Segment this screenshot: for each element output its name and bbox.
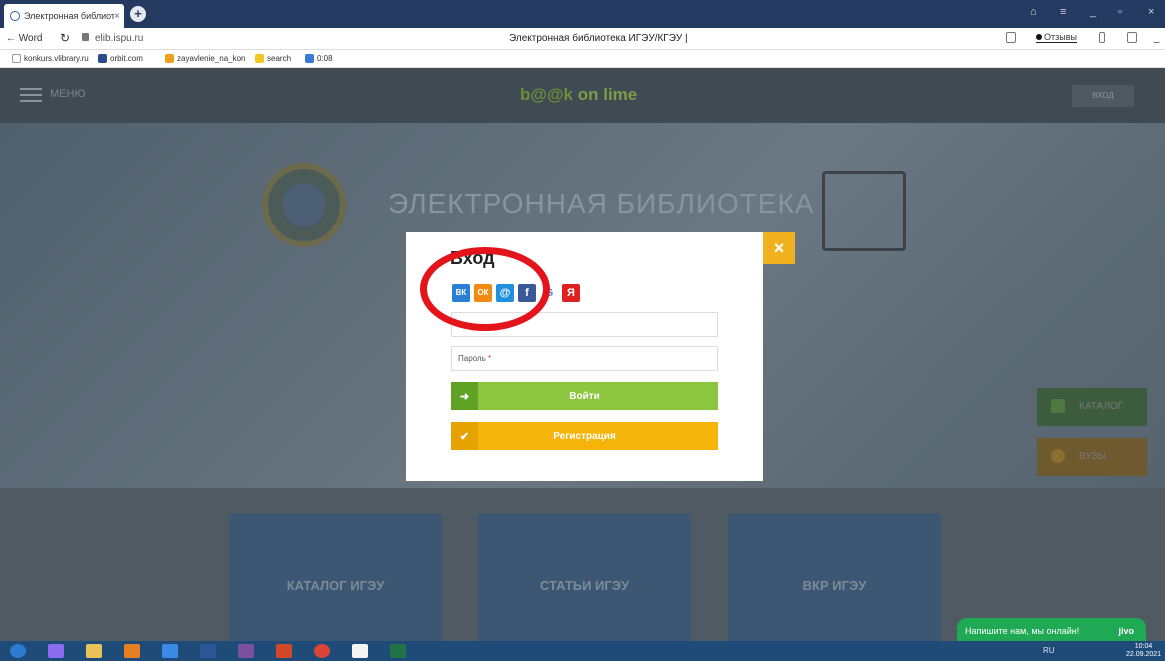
powerpoint-icon[interactable] xyxy=(276,644,292,658)
header-login-button[interactable]: ВХОД xyxy=(1072,85,1134,107)
video-icon xyxy=(305,54,314,63)
site-logo[interactable]: b@@k on lime xyxy=(520,85,637,105)
chat-text: Напишите нам, мы онлайн! xyxy=(965,626,1080,636)
yandex-icon[interactable]: Я xyxy=(562,284,580,302)
book-emblem-icon xyxy=(822,171,906,251)
back-button[interactable]: ← Word xyxy=(6,33,43,44)
bookmark-item[interactable]: konkurs.vlibrary.ru xyxy=(12,54,89,63)
menu-icon[interactable]: ≡ xyxy=(1060,6,1066,18)
close-window-icon[interactable]: × xyxy=(1148,6,1154,18)
site-header: МЕНЮ b@@k on lime ВХОД xyxy=(0,68,1165,123)
modal-close-button[interactable]: × xyxy=(763,232,795,264)
lock-icon xyxy=(82,33,89,41)
tab-close-icon[interactable]: × xyxy=(114,11,124,22)
bookmark-icon[interactable] xyxy=(1099,32,1105,43)
check-circle-icon xyxy=(1051,449,1065,463)
tab-title: Электронная библиоте xyxy=(24,11,114,21)
hamburger-icon[interactable] xyxy=(20,88,42,102)
taskbar: RU 10:04 22.09.2021 xyxy=(0,641,1165,661)
page-icon xyxy=(12,54,21,63)
language-indicator[interactable]: RU xyxy=(1043,646,1055,655)
sign-in-icon: ➜ xyxy=(451,382,478,410)
hero-title: ЭЛЕКТРОННАЯ БИБЛИОТЕКА xyxy=(388,188,815,219)
word-icon[interactable] xyxy=(200,644,216,658)
ie-icon[interactable] xyxy=(162,644,178,658)
feedback-label: Отзывы xyxy=(1044,32,1077,42)
university-emblem-icon xyxy=(262,163,346,247)
menu-label[interactable]: МЕНЮ xyxy=(50,88,86,100)
orbit-icon xyxy=(98,54,107,63)
jivo-logo: jivo xyxy=(1118,626,1134,636)
card-catalog[interactable]: КАТАЛОГ ИГЭУ xyxy=(229,514,442,641)
reload-icon[interactable]: ↻ xyxy=(60,31,70,45)
maximize-icon[interactable]: ▫ xyxy=(1118,6,1122,18)
grid-icon xyxy=(1051,399,1065,413)
document-icon xyxy=(165,54,174,63)
catalog-side-button[interactable]: КАТАЛОГ xyxy=(1037,388,1147,426)
download-icon[interactable] xyxy=(1153,32,1160,43)
bookmark-item[interactable]: orbit.com xyxy=(98,54,143,63)
browser-tab-bar: Электронная библиоте × + ⌂ ≡ _ ▫ × xyxy=(0,0,1165,28)
new-tab-button[interactable]: + xyxy=(130,6,146,22)
screen: Электронная библиоте × + ⌂ ≡ _ ▫ × ← Wor… xyxy=(0,0,1165,661)
minimize-icon[interactable]: _ xyxy=(1090,6,1096,18)
clock[interactable]: 10:04 22.09.2021 xyxy=(1126,643,1161,659)
start-icon[interactable] xyxy=(10,644,26,658)
excel-icon[interactable] xyxy=(390,644,406,658)
translate-icon[interactable] xyxy=(1006,32,1016,43)
password-field[interactable]: Пароль * xyxy=(451,346,718,371)
search-icon xyxy=(255,54,264,63)
register-button[interactable]: ✔ Регистрация xyxy=(451,422,718,450)
bookmark-item[interactable]: search xyxy=(255,54,291,63)
bookmarks-bar: konkurs.vlibrary.ru orbit.com zayavlenie… xyxy=(0,50,1165,68)
highlight-ring-annotation xyxy=(420,247,550,331)
universities-side-button[interactable]: ВУЗЫ xyxy=(1037,438,1147,476)
viber-icon[interactable] xyxy=(238,644,254,658)
reader-icon[interactable] xyxy=(1127,32,1137,43)
card-theses[interactable]: ВКР ИГЭУ xyxy=(728,514,941,641)
bookmark-item[interactable]: zayavlenie_na_kon xyxy=(165,54,246,63)
page-title: Электронная библиотека ИГЭУ/КГЭУ | xyxy=(509,33,688,44)
site-favicon-icon xyxy=(10,11,20,21)
address-bar: ← Word ↻ elib.ispu.ru Электронная библио… xyxy=(0,28,1165,50)
check-icon: ✔ xyxy=(451,422,478,450)
chrome-icon[interactable] xyxy=(314,644,330,658)
extensions-icon[interactable]: ⌂ xyxy=(1030,6,1037,18)
media-player-icon[interactable] xyxy=(124,644,140,658)
feedback-button[interactable]: Отзывы xyxy=(1036,32,1077,43)
url-field[interactable]: elib.ispu.ru xyxy=(95,33,143,44)
bookmark-item[interactable]: 0:08 xyxy=(305,54,333,63)
password-placeholder: Пароль * xyxy=(458,354,492,363)
app-icon[interactable] xyxy=(48,644,64,658)
folder-icon[interactable] xyxy=(86,644,102,658)
feedback-dot-icon xyxy=(1036,34,1042,40)
login-button[interactable]: ➜ Войти xyxy=(451,382,718,410)
browser-tab[interactable]: Электронная библиоте × xyxy=(4,4,124,28)
card-articles[interactable]: СТАТЬИ ИГЭУ xyxy=(478,514,691,641)
yandex-browser-icon[interactable] xyxy=(352,644,368,658)
